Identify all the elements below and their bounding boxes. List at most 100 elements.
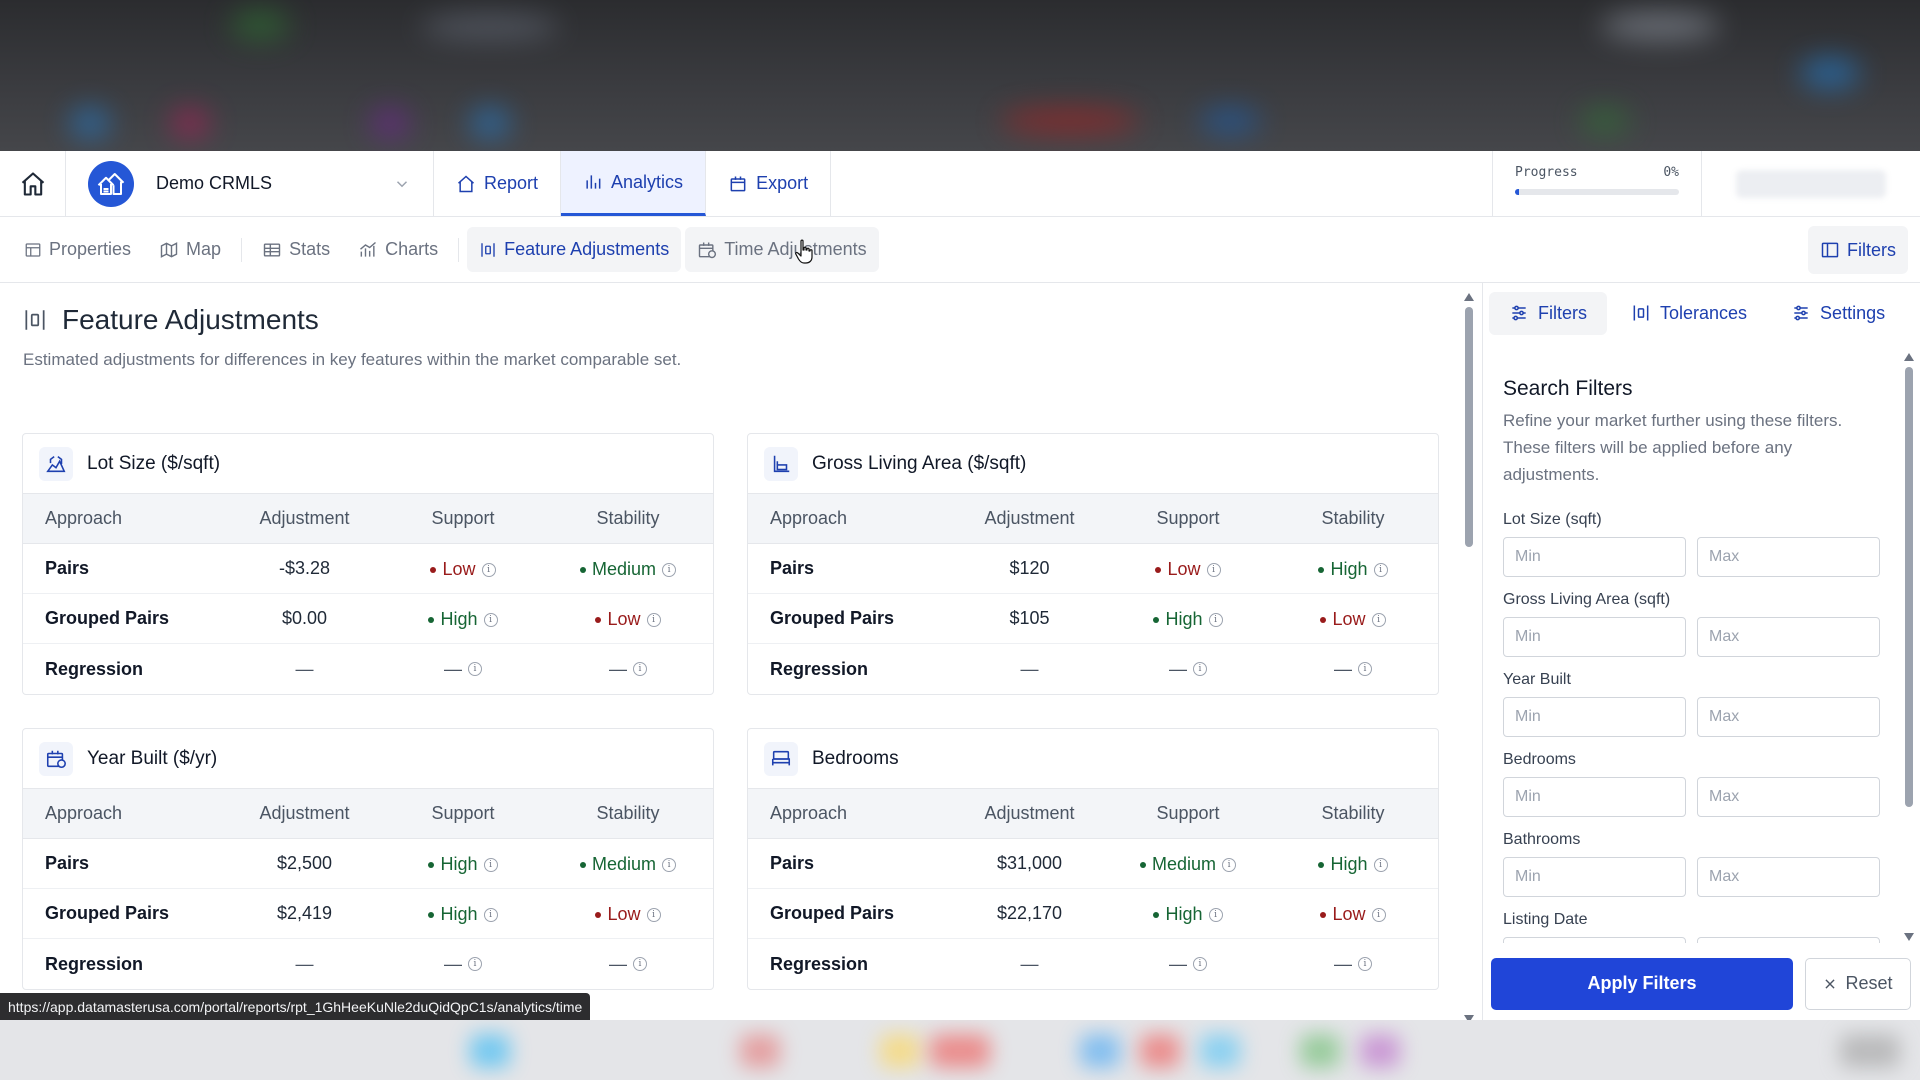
filter-min-input[interactable] <box>1503 537 1686 577</box>
panel-tab-tolerances[interactable]: Tolerances <box>1611 292 1767 335</box>
filter-max-input[interactable] <box>1697 537 1880 577</box>
scroll-down-icon[interactable] <box>1904 933 1914 941</box>
adjustment-card-lot-size: Lot Size ($/sqft) Approach Adjustment Suppo… <box>22 433 714 695</box>
info-icon[interactable]: i <box>468 957 482 971</box>
top-bar: Demo CRMLS Report Analytics Export Progr… <box>0 151 1920 217</box>
info-icon[interactable]: i <box>646 907 661 922</box>
info-icon[interactable]: i <box>1358 957 1372 971</box>
nav-tab-analytics[interactable]: Analytics <box>561 151 707 216</box>
column-header: Approach <box>770 508 848 528</box>
brand-logo[interactable] <box>88 161 134 207</box>
info-icon[interactable]: i <box>483 907 498 922</box>
info-icon[interactable]: i <box>1208 907 1223 922</box>
info-icon[interactable]: i <box>1193 957 1207 971</box>
scroll-up-icon[interactable] <box>1464 293 1474 301</box>
info-icon[interactable]: i <box>481 562 496 577</box>
nav-tab-report[interactable]: Report <box>434 151 562 216</box>
scrollbar-thumb[interactable] <box>1905 367 1913 807</box>
info-icon[interactable]: i <box>1373 562 1388 577</box>
column-header: Adjustment <box>984 508 1075 528</box>
filter-min-input[interactable] <box>1503 857 1686 897</box>
info-icon[interactable]: i <box>483 857 498 872</box>
filter-range-row <box>1503 937 1881 943</box>
adjustment-card-bedrooms: Bedrooms Approach Adjustment Support Stabili… <box>747 728 1439 990</box>
subnav-stats[interactable]: Stats <box>250 227 342 272</box>
support-cell: Medium i <box>1108 852 1268 876</box>
panel-scrollbar[interactable] <box>1903 353 1915 943</box>
level-text: High <box>1165 904 1203 925</box>
support-badge: Low i <box>430 559 496 580</box>
org-select[interactable]: Demo CRMLS <box>134 151 434 216</box>
stability-badge: — i <box>1334 659 1372 680</box>
apply-filters-button[interactable]: Apply Filters <box>1491 957 1793 1010</box>
column-header: Support <box>431 508 495 528</box>
main-scrollbar[interactable] <box>1463 293 1475 1020</box>
subnav-properties[interactable]: Properties <box>12 227 143 272</box>
filter-max-input[interactable] <box>1697 937 1880 943</box>
filters-toggle-label: Filters <box>1847 239 1896 260</box>
page-header: Feature Adjustments <box>22 304 319 336</box>
filter-max-input[interactable] <box>1697 857 1880 897</box>
info-icon[interactable]: i <box>468 662 482 676</box>
column-header: Adjustment <box>259 803 350 823</box>
filter-max-input[interactable] <box>1697 697 1880 737</box>
info-icon[interactable]: i <box>633 662 647 676</box>
info-icon[interactable]: i <box>1373 857 1388 872</box>
column-header: Adjustment <box>259 508 350 528</box>
scroll-down-icon[interactable] <box>1464 1015 1474 1020</box>
support-badge: High i <box>428 904 498 925</box>
info-icon[interactable]: i <box>1358 662 1372 676</box>
status-dot <box>428 861 435 868</box>
info-icon[interactable]: i <box>633 957 647 971</box>
subnav-time-adjustments[interactable]: Time Adjustments <box>685 227 879 272</box>
subnav-map[interactable]: Map <box>147 227 233 272</box>
nav-tab-export[interactable]: Export <box>706 151 832 216</box>
user-menu[interactable] <box>1702 151 1920 216</box>
status-dot <box>579 861 586 868</box>
info-icon[interactable]: i <box>1193 662 1207 676</box>
stability-badge: High i <box>1318 854 1388 875</box>
info-icon[interactable]: i <box>483 612 498 627</box>
info-icon[interactable]: i <box>1206 562 1221 577</box>
approach-cell: Grouped Pairs <box>770 608 895 628</box>
filter-min-input[interactable] <box>1503 937 1686 943</box>
filter-min-input[interactable] <box>1503 617 1686 657</box>
info-icon[interactable]: i <box>662 857 677 872</box>
adjustment-card-gross-living-area: Gross Living Area ($/sqft) Approach Adjust… <box>747 433 1439 695</box>
level-text: Low <box>1332 904 1366 925</box>
subnav-charts[interactable]: Charts <box>346 227 450 272</box>
info-icon[interactable]: i <box>1208 612 1223 627</box>
stability-badge: Low i <box>595 904 661 925</box>
scroll-up-icon[interactable] <box>1904 353 1914 361</box>
table-header: Approach Adjustment Support Stability <box>748 789 1438 839</box>
home-button[interactable] <box>0 151 66 216</box>
filter-range-row <box>1503 697 1881 737</box>
status-dot <box>1318 566 1325 573</box>
panel-tab-filters[interactable]: Filters <box>1489 291 1607 335</box>
status-dot <box>428 616 435 623</box>
filter-max-input[interactable] <box>1697 777 1880 817</box>
column-header: Support <box>1156 508 1220 528</box>
stability-cell: High i <box>1268 557 1438 581</box>
reset-button[interactable]: Reset <box>1805 957 1911 1010</box>
scrollbar-thumb[interactable] <box>1465 307 1473 547</box>
nav-tab-label: Export <box>756 173 809 193</box>
panel-tab-settings[interactable]: Settings <box>1771 292 1905 335</box>
level-text: — <box>1169 953 1187 974</box>
filter-min-input[interactable] <box>1503 777 1686 817</box>
info-icon[interactable]: i <box>646 612 661 627</box>
filter-min-input[interactable] <box>1503 697 1686 737</box>
info-icon[interactable]: i <box>1371 612 1386 627</box>
support-cell: — i <box>1108 659 1268 680</box>
table-row: Pairs $120 Low i High i <box>748 544 1438 594</box>
filter-max-input[interactable] <box>1697 617 1880 657</box>
info-icon[interactable]: i <box>1371 907 1386 922</box>
progress-label: Progress <box>1515 165 1578 180</box>
info-icon[interactable]: i <box>1222 857 1237 872</box>
filters-toggle-button[interactable]: Filters <box>1808 226 1908 274</box>
table-row: Pairs $31,000 Medium i High i <box>748 839 1438 889</box>
subnav-feature-adjustments[interactable]: Feature Adjustments <box>467 227 682 272</box>
page-description: Estimated adjustments for differences in… <box>23 350 682 369</box>
info-icon[interactable]: i <box>662 562 677 577</box>
map-icon <box>160 241 178 258</box>
